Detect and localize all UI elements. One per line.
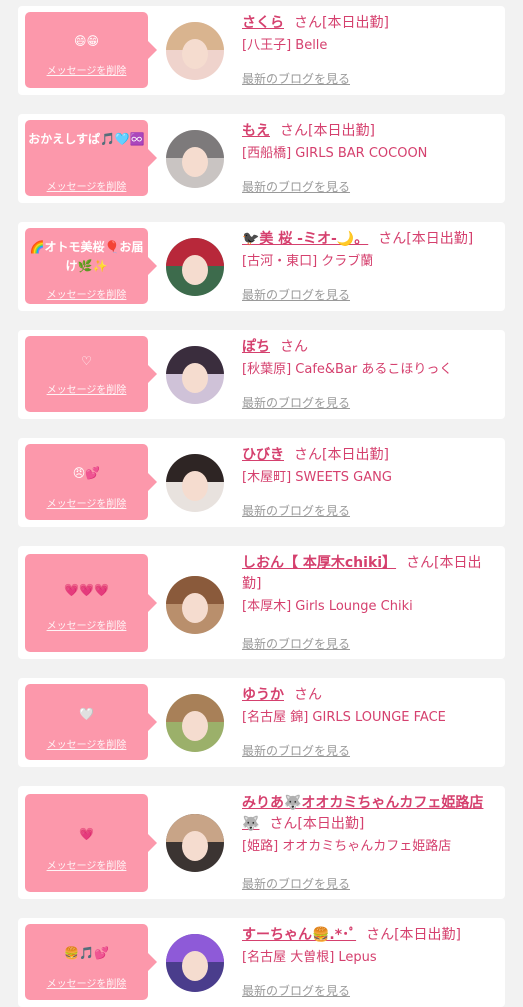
delete-message-link[interactable]: メッセージを削除: [25, 381, 148, 396]
avatar[interactable]: [166, 130, 224, 188]
message-text: 😄😁: [73, 34, 100, 48]
cast-name-link[interactable]: ぽち: [242, 339, 270, 355]
cast-name-link[interactable]: ゆうか: [242, 687, 284, 703]
list-item: 💗 メッセージを削除 みりあ🐺オオカミちゃんカフェ姫路店🐺 さん[本日出勤] [姫…: [18, 786, 505, 899]
avatar[interactable]: [166, 694, 224, 752]
blog-link[interactable]: 最新のブログを見る: [242, 178, 350, 195]
delete-message-link[interactable]: メッセージを削除: [25, 736, 148, 751]
message-text: ♡: [81, 354, 92, 368]
shop-label: [名古屋 大曽根] Lepus: [242, 950, 377, 965]
cast-name-link[interactable]: 🐦‍⬛美 桜 -ミオ-🌙。: [242, 231, 368, 247]
avatar[interactable]: [166, 934, 224, 992]
message-bubble: 😄😁 メッセージを削除: [25, 12, 157, 88]
message-text: 🌈オトモ美桜🎈お届け🌿✨: [29, 240, 144, 273]
delete-message-link[interactable]: メッセージを削除: [25, 62, 148, 77]
avatar[interactable]: [166, 346, 224, 404]
avatar[interactable]: [166, 454, 224, 512]
blog-link[interactable]: 最新のブログを見る: [242, 982, 350, 999]
message-bubble: 💗 メッセージを削除: [25, 794, 157, 892]
cast-status: さん: [280, 339, 308, 355]
delete-message-link[interactable]: メッセージを削除: [25, 857, 148, 872]
delete-message-link[interactable]: メッセージを削除: [25, 286, 148, 301]
message-text: おかえしすぱ🎵🩵♾️: [28, 132, 145, 146]
shop-label: [秋葉原] Cafe&Bar あるこほりっく: [242, 362, 453, 377]
list-item: おかえしすぱ🎵🩵♾️ メッセージを削除 もえ さん[本日出勤] [西船橋] GIR…: [18, 114, 505, 203]
shop-label: [西船橋] GIRLS BAR COCOON: [242, 146, 428, 161]
cast-status: さん: [294, 687, 322, 703]
delete-message-link[interactable]: メッセージを削除: [25, 975, 148, 990]
avatar[interactable]: [166, 22, 224, 80]
avatar[interactable]: [166, 814, 224, 872]
cast-status: さん[本日出勤]: [269, 816, 365, 832]
message-text: 😠💕: [72, 466, 101, 480]
message-text: 🍔🎵💕: [64, 946, 109, 960]
list-item: 🍔🎵💕 メッセージを削除 すーちゃん🍔.*･ﾟ さん[本日出勤] [名古屋 大曽根…: [18, 918, 505, 1007]
message-bubble: 🤍 メッセージを削除: [25, 684, 157, 760]
message-text: 💗💗💗: [64, 583, 109, 597]
cast-name-link[interactable]: しおん【 本厚木chiki】: [242, 555, 396, 571]
message-bubble: 😠💕 メッセージを削除: [25, 444, 157, 520]
message-bubble: 💗💗💗 メッセージを削除: [25, 554, 157, 652]
list-item: 💗💗💗 メッセージを削除 しおん【 本厚木chiki】 さん[本日出勤] [本厚木…: [18, 546, 505, 659]
message-text: 🤍: [79, 707, 94, 721]
avatar[interactable]: [166, 576, 224, 634]
cast-status: さん[本日出勤]: [294, 447, 389, 463]
shop-label: [古河・東口] クラブ蘭: [242, 254, 374, 269]
cast-name-link[interactable]: さくら: [242, 15, 284, 31]
list-item: 🤍 メッセージを削除 ゆうか さん [名古屋 錦] GIRLS LOUNGE FA…: [18, 678, 505, 767]
blog-link[interactable]: 最新のブログを見る: [242, 70, 350, 87]
cast-status: さん[本日出勤]: [294, 15, 389, 31]
avatar[interactable]: [166, 238, 224, 296]
cast-name-link[interactable]: すーちゃん🍔.*･ﾟ: [242, 927, 356, 943]
cast-status: さん[本日出勤]: [366, 927, 462, 943]
delete-message-link[interactable]: メッセージを削除: [25, 178, 148, 193]
delete-message-link[interactable]: メッセージを削除: [25, 495, 148, 510]
shop-label: [名古屋 錦] GIRLS LOUNGE FACE: [242, 710, 446, 725]
blog-link[interactable]: 最新のブログを見る: [242, 394, 350, 411]
cast-status: さん[本日出勤]: [378, 231, 474, 247]
blog-link[interactable]: 最新のブログを見る: [242, 875, 350, 892]
blog-link[interactable]: 最新のブログを見る: [242, 635, 350, 652]
blog-link[interactable]: 最新のブログを見る: [242, 742, 350, 759]
shop-label: [姫路] オオカミちゃんカフェ姫路店: [242, 839, 452, 854]
message-bubble: 🌈オトモ美桜🎈お届け🌿✨ メッセージを削除: [25, 228, 157, 304]
list-item: ♡ メッセージを削除 ぽち さん [秋葉原] Cafe&Bar あるこほりっく 最…: [18, 330, 505, 419]
cast-name-link[interactable]: ひびき: [242, 447, 284, 463]
list-item: 😠💕 メッセージを削除 ひびき さん[本日出勤] [木屋町] SWEETS GAN…: [18, 438, 505, 527]
blog-link[interactable]: 最新のブログを見る: [242, 502, 350, 519]
cast-status: さん[本日出勤]: [280, 123, 375, 139]
shop-label: [本厚木] Girls Lounge Chiki: [242, 599, 413, 614]
blog-link[interactable]: 最新のブログを見る: [242, 286, 350, 303]
message-bubble: おかえしすぱ🎵🩵♾️ メッセージを削除: [25, 120, 157, 196]
list-item: 😄😁 メッセージを削除 さくら さん[本日出勤] [八王子] Belle 最新のブ…: [18, 6, 505, 95]
list-item: 🌈オトモ美桜🎈お届け🌿✨ メッセージを削除 🐦‍⬛美 桜 -ミオ-🌙。 さん[本日…: [18, 222, 505, 311]
message-text: 💗: [79, 827, 94, 841]
delete-message-link[interactable]: メッセージを削除: [25, 617, 148, 632]
shop-label: [八王子] Belle: [242, 38, 328, 53]
message-bubble: 🍔🎵💕 メッセージを削除: [25, 924, 157, 1000]
message-bubble: ♡ メッセージを削除: [25, 336, 157, 412]
cast-name-link[interactable]: もえ: [242, 123, 270, 139]
shop-label: [木屋町] SWEETS GANG: [242, 470, 392, 485]
